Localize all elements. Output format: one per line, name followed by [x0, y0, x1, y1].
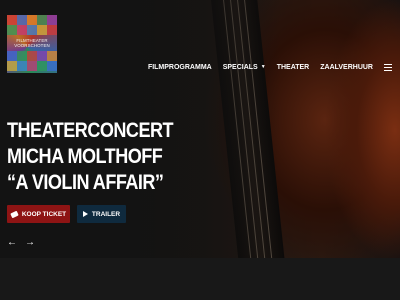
hero-headline: THEATERCONCERT MICHA MOLTHOFF “A VIOLIN … — [7, 118, 257, 196]
arrow-left-icon[interactable]: ← — [7, 238, 17, 248]
trailer-button[interactable]: TRAILER — [77, 205, 126, 223]
nav-item-label: FILMPROGRAMMA — [147, 63, 212, 71]
play-icon — [82, 211, 88, 217]
hamburger-icon[interactable] — [384, 63, 392, 71]
slider-arrows: ← → — [7, 238, 43, 248]
nav-item-label: THEATER — [276, 63, 310, 71]
nav-item-filmprogramma[interactable]: FILMPROGRAMMA — [148, 64, 212, 71]
trailer-label: TRAILER — [91, 210, 121, 218]
ticket-icon — [10, 210, 19, 218]
main-nav: FILMPROGRAMMA SPECIALS ▼ THEATER ZAALVER… — [137, 60, 392, 74]
chevron-down-icon: ▼ — [260, 64, 266, 70]
site-logo[interactable]: FILMTHEATER VOORSCHOTEN — [7, 15, 57, 73]
nav-item-theater[interactable]: THEATER — [277, 64, 310, 71]
content-area — [0, 258, 400, 300]
headline-line: THEATERCONCERT — [7, 119, 174, 142]
nav-item-label: SPECIALS — [222, 63, 258, 71]
headline-line: “A VIOLIN AFFAIR” — [7, 171, 164, 194]
nav-item-zaalverhuur[interactable]: ZAALVERHUUR — [320, 64, 373, 71]
arrow-right-icon[interactable]: → — [25, 238, 35, 248]
buy-ticket-button[interactable]: KOOP TICKET — [7, 205, 70, 223]
buy-ticket-label: KOOP TICKET — [21, 210, 67, 218]
logo-text: FILMTHEATER VOORSCHOTEN — [14, 38, 50, 48]
nav-item-label: ZAALVERHUUR — [320, 63, 373, 71]
headline-line: MICHA MOLTHOFF — [7, 145, 163, 168]
nav-item-specials[interactable]: SPECIALS ▼ — [223, 64, 266, 71]
